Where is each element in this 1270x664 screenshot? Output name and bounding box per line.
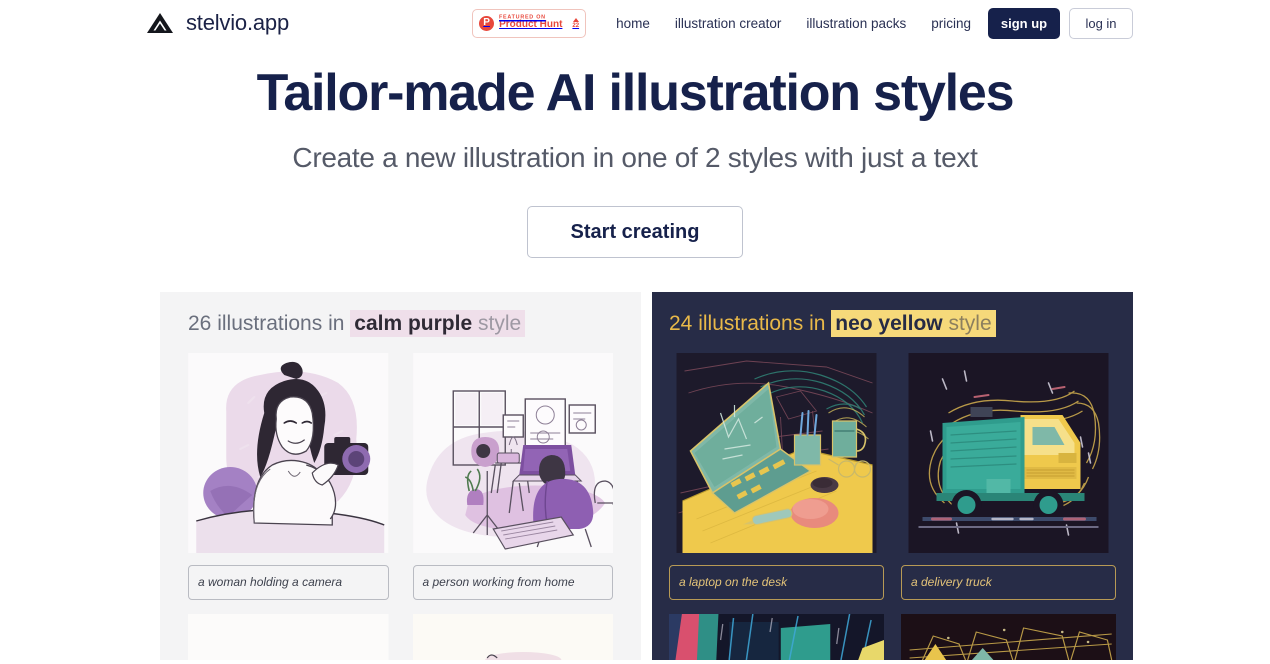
illustration-thumbnail-woman-with-camera[interactable] (188, 352, 389, 553)
product-hunt-badge[interactable]: P FEATURED ON Product Hunt 22 (472, 8, 587, 38)
illustration-caption[interactable]: a laptop on the desk (669, 564, 884, 600)
triangle-logo-icon (147, 13, 173, 33)
panel-style-name-neo-yellow: neo yellow style (831, 309, 996, 337)
product-hunt-name: Product Hunt (499, 19, 563, 31)
page-title: Tailor-made AI illustration styles (256, 64, 1015, 122)
header-nav: P FEATURED ON Product Hunt 22 home illus… (472, 7, 1133, 39)
nav-link-illustration-packs[interactable]: illustration packs (806, 16, 906, 31)
illustration-grid-neo-yellow: a laptop on the desk a delivery truck (669, 352, 1116, 660)
panel-neo-yellow: 24 illustrations in neo yellow style a l… (652, 291, 1133, 660)
illustration-card[interactable] (669, 613, 884, 660)
brand-logo[interactable]: stelvio.app (145, 10, 289, 36)
illustration-caption[interactable]: a woman holding a camera (188, 564, 389, 600)
panel-count-calm-purple: 26 illustrations in (188, 311, 345, 335)
illustration-thumbnail-cut-off-dark-2[interactable] (901, 613, 1116, 660)
product-hunt-logo-icon: P (479, 15, 495, 31)
illustration-card[interactable]: a delivery truck (901, 352, 1116, 600)
product-hunt-text: FEATURED ON Product Hunt (499, 14, 564, 31)
sign-up-button[interactable]: sign up (988, 7, 1060, 39)
illustration-thumbnail-cut-off-light-1[interactable] (188, 613, 389, 660)
illustration-card[interactable] (901, 613, 1116, 660)
panel-calm-purple: 26 illustrations in calm purple style a … (160, 291, 641, 660)
illustration-card[interactable]: a person working from home (412, 352, 613, 600)
illustration-card[interactable]: a woman holding a camera (188, 352, 389, 600)
hero-subtitle: Create a new illustration in one of 2 st… (292, 141, 978, 173)
illustration-card[interactable] (412, 613, 613, 660)
illustration-thumbnail-laptop-desk[interactable] (669, 352, 884, 553)
illustration-thumbnail-home-office[interactable] (412, 352, 613, 553)
illustration-caption[interactable]: a delivery truck (901, 564, 1116, 600)
panel-title-calm-purple: 26 illustrations in calm purple style (188, 309, 613, 337)
illustration-card[interactable] (188, 613, 389, 660)
illustration-thumbnail-delivery-truck[interactable] (901, 352, 1116, 553)
panel-title-neo-yellow: 24 illustrations in neo yellow style (669, 309, 1116, 337)
panel-count-neo-yellow: 24 illustrations in (669, 311, 826, 335)
site-header: stelvio.app P FEATURED ON Product Hunt 2… (0, 0, 1270, 46)
nav-link-pricing[interactable]: pricing (931, 16, 971, 31)
illustration-caption[interactable]: a person working from home (412, 564, 613, 600)
hero-section: Tailor-made AI illustration styles Creat… (0, 46, 1270, 258)
illustration-thumbnail-cut-off-dark-1[interactable] (669, 613, 884, 660)
nav-link-illustration-creator[interactable]: illustration creator (675, 16, 782, 31)
nav-link-home[interactable]: home (616, 16, 650, 31)
style-panels: 26 illustrations in calm purple style a … (0, 291, 1270, 660)
panel-style-name-calm-purple: calm purple style (350, 309, 526, 337)
illustration-grid-calm-purple: a woman holding a camera a person workin… (188, 352, 613, 660)
start-creating-button[interactable]: Start creating (527, 205, 743, 258)
log-in-button[interactable]: log in (1069, 7, 1133, 39)
product-hunt-featured-label: FEATURED ON (499, 14, 546, 21)
brand-name: stelvio.app (186, 10, 289, 35)
product-hunt-upvote-count: 22 (572, 22, 580, 29)
illustration-thumbnail-cut-off-light-2[interactable] (412, 613, 613, 660)
illustration-card[interactable]: a laptop on the desk (669, 352, 884, 600)
